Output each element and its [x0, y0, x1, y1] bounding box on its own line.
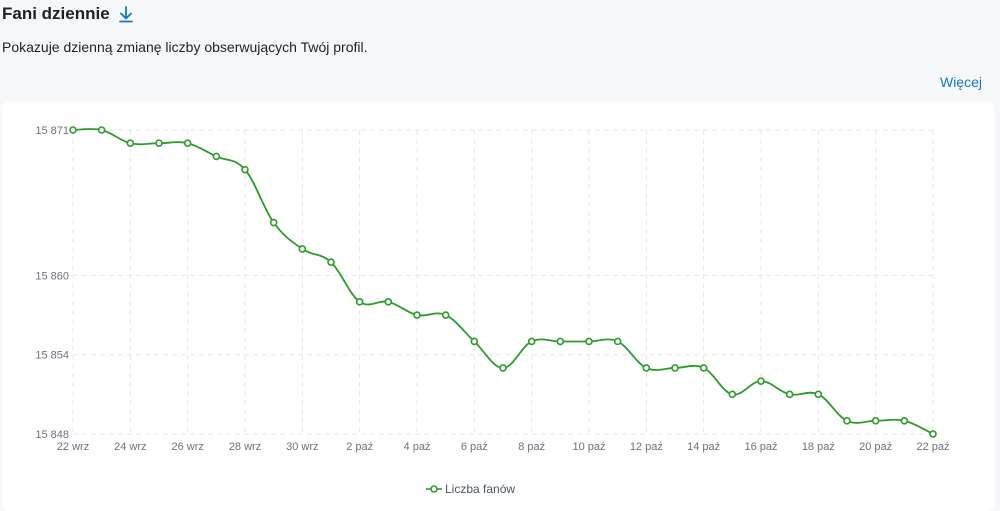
y-tick-label: 15 854 [35, 350, 69, 362]
chart-card: 15 871 15 860 15 854 15 848 22 wrz 24 wrz 26 w… [2, 101, 995, 511]
data-point [327, 258, 335, 266]
more-link[interactable]: Więcej [940, 74, 982, 90]
x-tick-label: 28 wrz [229, 441, 261, 453]
data-point [699, 364, 708, 372]
legend-marker [430, 485, 438, 493]
data-point [384, 298, 393, 306]
data-point [212, 152, 221, 161]
x-tick-label: 18 paź [802, 441, 835, 453]
data-point [757, 377, 765, 385]
header: Fani dziennie [2, 4, 134, 24]
x-tick-label: 10 paź [572, 441, 605, 453]
x-tick-label: 4 paź [404, 441, 431, 453]
data-point [413, 311, 421, 319]
data-point [585, 337, 593, 346]
x-tick-label: 26 wrz [171, 441, 203, 453]
x-tick-label: 12 paź [630, 441, 663, 453]
x-tick-label: 30 wrz [286, 441, 318, 453]
fans-line-chart: 15 871 15 860 15 854 15 84822 wrz 24 wrz 26 w… [35, 125, 949, 496]
data-point [269, 218, 278, 227]
data-point [355, 298, 364, 306]
data-point [527, 337, 536, 346]
data-point [69, 126, 77, 134]
data-point [642, 364, 651, 372]
x-tick-label: 22 paź [916, 441, 949, 453]
data-point [556, 337, 565, 346]
page-subtitle: Pokazuje dzienną zmianę liczby obserwują… [2, 39, 368, 55]
x-tick-label: 14 paź [687, 441, 720, 453]
data-point [900, 416, 909, 425]
data-point [97, 126, 106, 134]
data-point [843, 416, 851, 425]
x-tick-label: 20 paź [859, 441, 892, 453]
data-point [671, 364, 679, 372]
y-tick-label: 15 860 [35, 270, 69, 282]
data-point [929, 430, 937, 438]
x-tick-label: 16 paź [744, 441, 777, 453]
data-point [183, 139, 192, 148]
data-point [126, 139, 135, 148]
data-point [499, 364, 507, 372]
x-tick-label: 8 paź [518, 441, 545, 453]
x-tick-label: 24 wrz [114, 441, 146, 453]
x-tick-label: 6 paź [461, 441, 488, 453]
data-point [871, 416, 880, 425]
x-tick-label: 2 paź [346, 441, 373, 453]
data-point [241, 165, 249, 174]
y-tick-label: 15 848 [35, 429, 69, 441]
data-point [298, 245, 307, 253]
download-icon[interactable] [118, 5, 134, 23]
y-tick-label: 15 871 [35, 125, 69, 137]
data-point [155, 139, 163, 148]
data-point [613, 337, 622, 346]
data-point [814, 390, 823, 399]
series-line-liczba-fanow [72, 128, 934, 435]
data-point [470, 337, 479, 346]
data-point [785, 390, 794, 399]
data-point [728, 390, 737, 399]
legend-label: Liczba fanów [445, 482, 515, 496]
data-point [441, 311, 450, 319]
x-tick-label: 22 wrz [57, 441, 89, 453]
page-title: Fani dziennie [2, 4, 110, 23]
